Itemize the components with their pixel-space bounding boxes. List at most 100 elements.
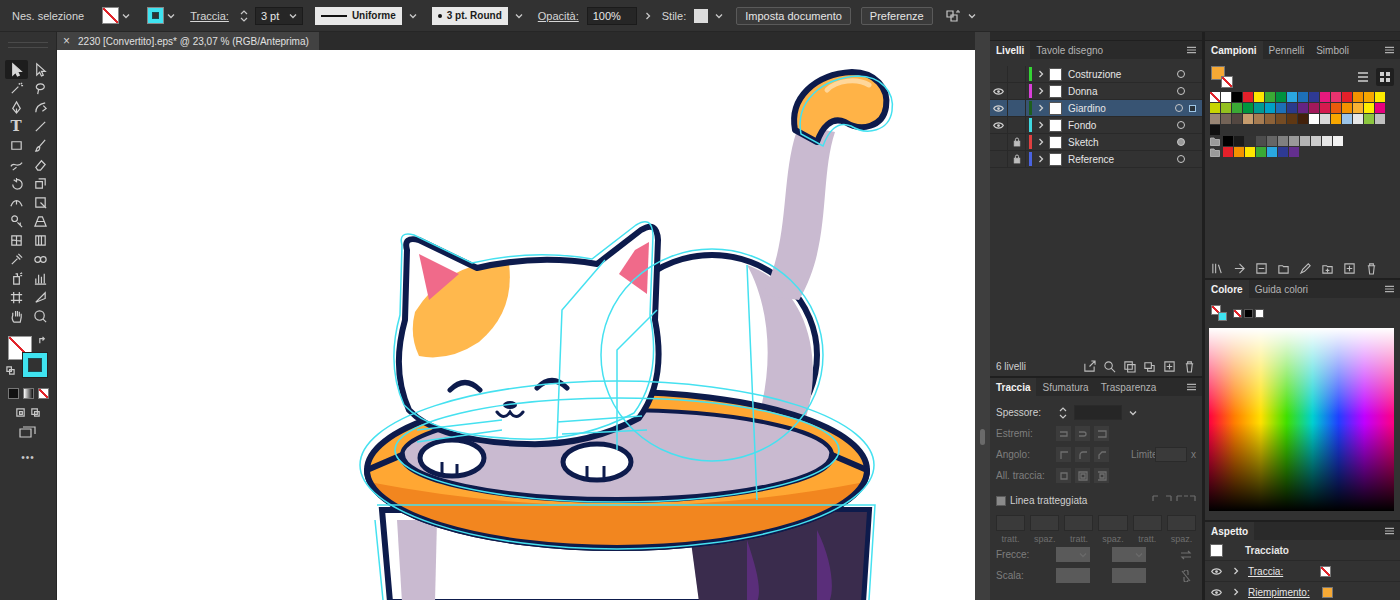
align-inside-button[interactable] (1075, 468, 1090, 483)
visibility-toggle[interactable] (990, 151, 1008, 167)
stroke-weight-field[interactable]: 3 pt (255, 7, 303, 25)
visibility-toggle[interactable] (990, 66, 1008, 82)
tool-button[interactable] (29, 307, 52, 326)
sublayer-icon[interactable] (1143, 360, 1156, 373)
tool-button[interactable] (5, 174, 28, 193)
miter-join-button[interactable] (1056, 447, 1071, 462)
dropdown-icon[interactable] (515, 12, 523, 20)
view-mode-button[interactable] (1354, 68, 1372, 86)
layer-row[interactable]: Sketch (990, 134, 1202, 151)
tool-button[interactable] (29, 193, 52, 212)
align-center-button[interactable] (1056, 468, 1071, 483)
tool-button[interactable] (5, 250, 28, 269)
tool-button[interactable] (5, 288, 28, 307)
attribute-label[interactable]: Traccia: (1248, 566, 1308, 577)
color-mode-icon[interactable] (8, 388, 19, 399)
expand-arrow-icon[interactable] (1037, 155, 1045, 163)
swatch[interactable] (1276, 114, 1286, 124)
current-stroke[interactable] (1221, 76, 1233, 88)
arrow-right-icon[interactable] (644, 12, 652, 20)
dash-field[interactable] (1064, 515, 1093, 531)
swatch[interactable] (1331, 114, 1341, 124)
swatch[interactable] (1210, 92, 1220, 102)
dash-field[interactable] (1030, 515, 1059, 531)
swatch[interactable] (1333, 136, 1343, 146)
arrange-icon[interactable] (945, 9, 961, 23)
swatch[interactable] (1221, 92, 1231, 102)
swatch[interactable] (1331, 103, 1341, 113)
selection-indicator[interactable] (1191, 157, 1196, 162)
more-tools[interactable]: ••• (21, 452, 35, 463)
align-outside-button[interactable] (1094, 468, 1109, 483)
control-button[interactable]: Preferenze (861, 7, 933, 25)
opacity-link[interactable]: Opacità: (538, 10, 579, 22)
swatch[interactable] (1320, 114, 1330, 124)
edit-group-icon[interactable] (1299, 262, 1312, 275)
swatch[interactable] (1221, 114, 1231, 124)
stroke-swatch[interactable] (147, 7, 164, 24)
stepper-icon[interactable] (1059, 406, 1067, 420)
new-layer-icon[interactable] (1163, 360, 1176, 373)
attribute-row[interactable]: Traccia: (1205, 561, 1400, 582)
target-circle[interactable] (1177, 155, 1185, 163)
tool-button[interactable] (5, 307, 28, 326)
arrow-end-dropdown[interactable] (1112, 547, 1146, 562)
folder-icon[interactable] (1210, 148, 1220, 157)
swatch[interactable] (1364, 114, 1374, 124)
lock-toggle[interactable] (1008, 66, 1026, 82)
clip-mask-icon[interactable] (1123, 360, 1136, 373)
panel-menu-icon[interactable] (1187, 46, 1196, 54)
panel-tab[interactable]: Simboli (1310, 41, 1355, 59)
panel-menu-icon[interactable] (1385, 285, 1394, 293)
limit-field[interactable] (1155, 447, 1187, 462)
swatch[interactable] (1322, 136, 1332, 146)
default-colors-icon[interactable] (6, 366, 15, 375)
layer-name[interactable]: Donna (1068, 86, 1097, 97)
dash-corners-icon[interactable] (1176, 495, 1196, 507)
show-kinds-icon[interactable] (1233, 262, 1246, 275)
target-circle[interactable] (1175, 104, 1183, 112)
selection-indicator[interactable] (1191, 123, 1196, 128)
color-group-icon[interactable] (1277, 262, 1290, 275)
swatch[interactable] (1278, 147, 1288, 157)
expand-arrow-icon[interactable] (1037, 70, 1045, 78)
view-mode-button[interactable] (1376, 68, 1394, 86)
swatch[interactable] (1287, 114, 1297, 124)
layer-row[interactable]: Costruzione (990, 66, 1202, 83)
lock-toggle[interactable] (1008, 100, 1026, 116)
screen-mode-icon[interactable] (19, 426, 37, 438)
tool-button[interactable] (29, 117, 52, 136)
dash-field[interactable] (996, 515, 1025, 531)
fill-swatch[interactable] (102, 7, 119, 24)
swatch[interactable] (1353, 92, 1363, 102)
swatch[interactable] (1287, 103, 1297, 113)
square-cap-button[interactable] (1094, 426, 1109, 441)
tool-button[interactable] (29, 98, 52, 117)
stroke-link[interactable]: Traccia: (190, 10, 229, 22)
selection-indicator[interactable] (1191, 89, 1196, 94)
visibility-toggle[interactable] (990, 134, 1008, 150)
round-cap-button[interactable] (1075, 426, 1090, 441)
swatch[interactable] (1267, 136, 1277, 146)
swatch[interactable] (1267, 147, 1277, 157)
tool-button[interactable] (5, 193, 28, 212)
dashed-checkbox[interactable] (996, 496, 1006, 506)
target-circle[interactable] (1177, 87, 1185, 95)
color-spectrum[interactable] (1209, 328, 1394, 511)
dropdown-icon[interactable] (409, 12, 417, 20)
tool-button[interactable] (5, 79, 28, 98)
round-join-button[interactable] (1075, 447, 1090, 462)
layer-name[interactable]: Giardino (1068, 103, 1106, 114)
new-swatch-icon[interactable] (1343, 262, 1356, 275)
swatch[interactable] (1232, 103, 1242, 113)
tool-button[interactable] (5, 136, 28, 155)
visibility-toggle[interactable] (990, 100, 1008, 116)
swatch[interactable] (1320, 92, 1330, 102)
layer-name[interactable]: Costruzione (1068, 69, 1121, 80)
swatch[interactable] (1375, 114, 1385, 124)
swatch[interactable] (1309, 114, 1319, 124)
attribute-swatch[interactable] (1322, 587, 1333, 598)
current-fill-stroke[interactable] (1211, 66, 1233, 88)
swatch[interactable] (1265, 103, 1275, 113)
tool-button[interactable] (5, 60, 28, 79)
